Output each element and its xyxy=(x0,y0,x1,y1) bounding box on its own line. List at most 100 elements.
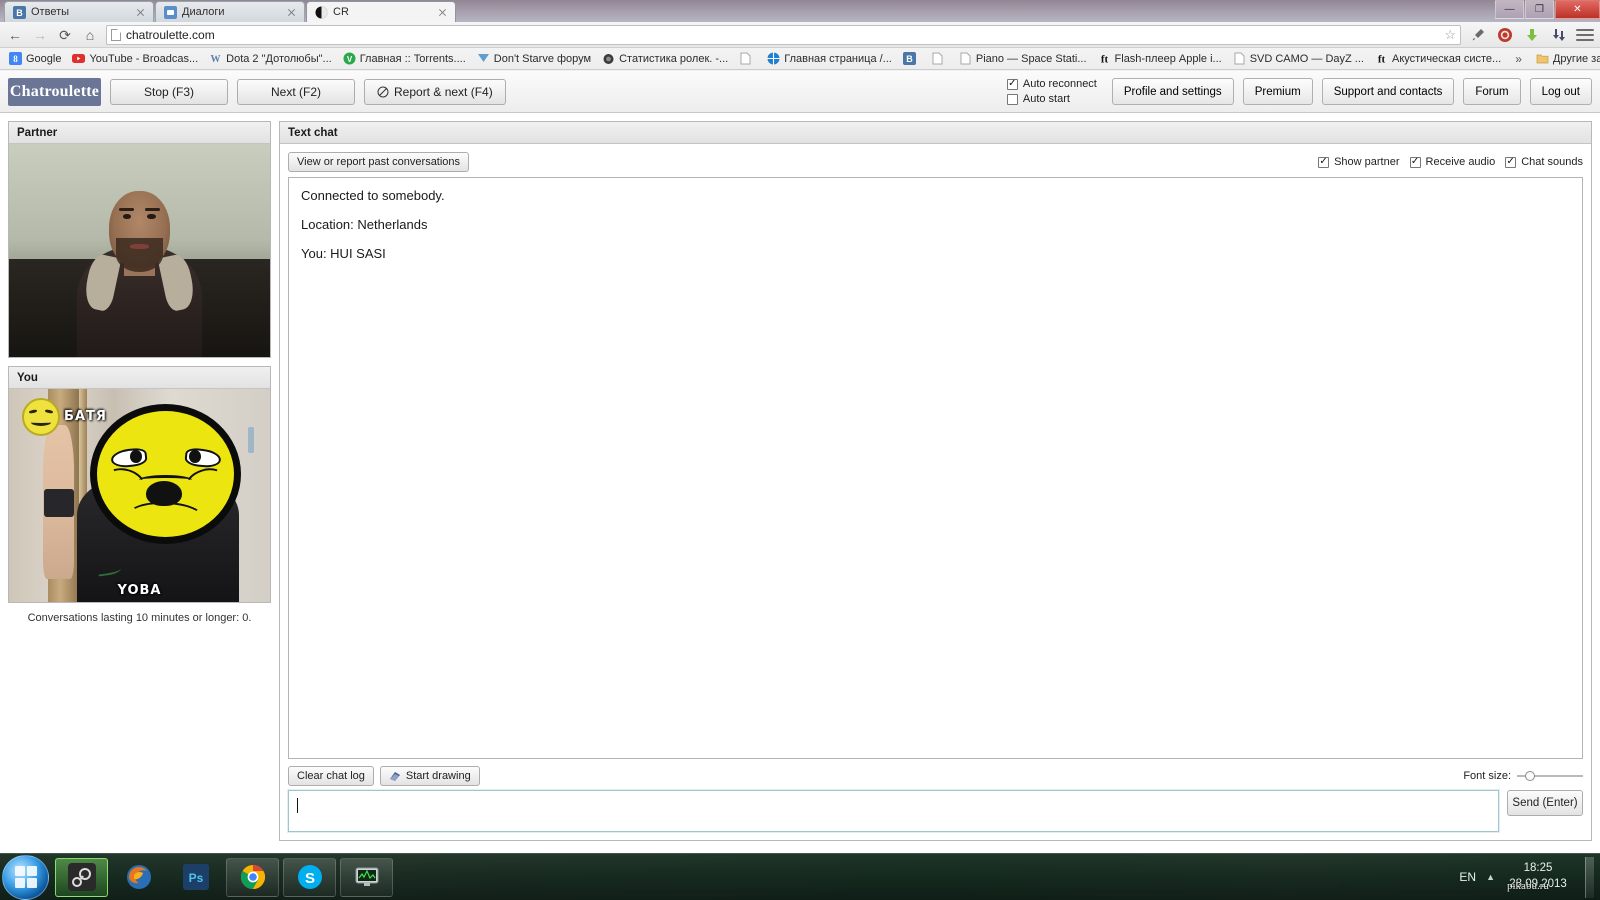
show-partner-label: Show partner xyxy=(1334,156,1399,168)
show-desktop-button[interactable] xyxy=(1585,857,1594,898)
home-icon[interactable]: ⌂ xyxy=(81,26,99,44)
receive-audio-checkbox[interactable]: Receive audio xyxy=(1410,156,1496,168)
reload-icon[interactable]: ⟳ xyxy=(56,26,74,44)
bookmark-label: Google xyxy=(26,53,61,65)
back-icon[interactable]: ← xyxy=(6,26,24,44)
your-video[interactable]: YOBA БАТЯ xyxy=(9,389,270,602)
other-bookmarks-label: Другие закладки xyxy=(1553,53,1600,65)
bookmark-torrents[interactable]: V Главная :: Torrents.... xyxy=(338,51,471,66)
slider-knob[interactable] xyxy=(1525,771,1535,781)
chat-log[interactable]: Connected to somebody. Location: Netherl… xyxy=(288,177,1583,759)
browser-tab-2[interactable]: Диалоги xyxy=(155,1,305,22)
log-out-button[interactable]: Log out xyxy=(1530,78,1592,105)
svg-text:B: B xyxy=(16,8,23,18)
video-column: Partner xyxy=(8,121,271,853)
close-button[interactable]: ✕ xyxy=(1555,0,1600,19)
other-bookmarks-folder[interactable]: Другие закладки xyxy=(1531,51,1600,66)
taskbar-item-monitor-app[interactable] xyxy=(340,858,393,897)
svg-text:S: S xyxy=(304,870,314,887)
bookmark-dota2[interactable]: W Dota 2 "Дотолюбы"... xyxy=(204,51,337,66)
google-icon: 8 xyxy=(9,52,22,65)
chatroulette-header: Chatroulette Stop (F3) Next (F2) Report … xyxy=(0,71,1600,113)
close-icon[interactable] xyxy=(436,6,449,19)
font-size-slider[interactable] xyxy=(1517,770,1583,782)
view-report-past-conversations-button[interactable]: View or report past conversations xyxy=(288,152,469,172)
taskbar-item-skype[interactable]: S xyxy=(283,858,336,897)
bookmark-google[interactable]: 8 Google xyxy=(4,51,66,66)
bookmark-piano[interactable]: Piano — Space Stati... xyxy=(954,51,1092,66)
show-hidden-icons-icon[interactable]: ▲ xyxy=(1486,872,1495,882)
stop-button[interactable]: Stop (F3) xyxy=(110,79,228,105)
address-bar[interactable]: chatroulette.com ☆ xyxy=(106,25,1461,45)
forum-icon xyxy=(477,52,490,65)
svg-text:W: W xyxy=(211,54,221,65)
bookmark-vk-blank[interactable]: B xyxy=(898,51,925,66)
taskbar-item-steam[interactable] xyxy=(55,858,108,897)
send-button[interactable]: Send (Enter) xyxy=(1507,790,1583,816)
chat-sounds-label: Chat sounds xyxy=(1521,156,1583,168)
clear-chat-log-button[interactable]: Clear chat log xyxy=(288,766,374,786)
chatroulette-logo[interactable]: Chatroulette xyxy=(8,78,101,106)
show-partner-checkbox[interactable]: Show partner xyxy=(1318,156,1399,168)
bookmark-star-icon[interactable]: ☆ xyxy=(1444,27,1456,43)
browser-window: B Ответы Диалоги CR — ❐ ✕ ← → xyxy=(0,0,1600,853)
batya-badge: БАТЯ xyxy=(22,398,107,436)
pencil-icon xyxy=(389,770,401,782)
header-checkbox-group: Auto reconnect Auto start xyxy=(1007,78,1097,105)
ft-icon: ft xyxy=(1098,52,1111,65)
bookmark-acoustic-system[interactable]: ft Акустическая систе... xyxy=(1370,51,1506,66)
watermark: pikabu.ru xyxy=(1507,879,1549,894)
partner-video-brow-left xyxy=(119,208,135,211)
downloads-icon[interactable] xyxy=(1549,25,1569,45)
partner-video-beard xyxy=(116,238,163,272)
address-bar-text: chatroulette.com xyxy=(126,28,215,42)
bookmark-flash-player[interactable]: ft Flash-плеер Apple i... xyxy=(1093,51,1227,66)
profile-and-settings-button[interactable]: Profile and settings xyxy=(1112,78,1234,105)
maximize-button[interactable]: ❐ xyxy=(1525,0,1554,19)
start-orb-icon[interactable] xyxy=(2,855,49,900)
auto-reconnect-checkbox[interactable]: Auto reconnect xyxy=(1007,78,1097,90)
batya-face-icon xyxy=(22,398,60,436)
browser-tab-3[interactable]: CR xyxy=(306,1,456,22)
eyedropper-icon[interactable] xyxy=(1468,25,1488,45)
text-chat-title: Text chat xyxy=(280,122,1591,144)
taskbar-item-chrome[interactable] xyxy=(226,858,279,897)
browser-tab-1[interactable]: B Ответы xyxy=(4,1,154,22)
partner-video-eye-right xyxy=(147,214,155,219)
chat-sounds-checkbox[interactable]: Chat sounds xyxy=(1505,156,1583,168)
minimize-button[interactable]: — xyxy=(1495,0,1524,19)
report-next-button[interactable]: Report & next (F4) xyxy=(364,79,506,105)
adblock-icon[interactable] xyxy=(1495,25,1515,45)
taskbar-item-firefox[interactable] xyxy=(112,858,165,897)
bookmark-dontstarve[interactable]: Don't Starve форум xyxy=(472,51,596,66)
partner-video[interactable] xyxy=(9,144,270,357)
bookmark-mainpage[interactable]: Главная страница /... xyxy=(762,51,897,66)
message-input[interactable] xyxy=(288,790,1499,832)
next-button[interactable]: Next (F2) xyxy=(237,79,355,105)
bookmarks-bar: 8 Google YouTube - Broadcas... W Dota 2 … xyxy=(0,48,1600,70)
bookmark-youtube[interactable]: YouTube - Broadcas... xyxy=(67,51,203,66)
support-and-contacts-button[interactable]: Support and contacts xyxy=(1322,78,1455,105)
clock[interactable]: 18:25 28.09.2013 pikabu.ru xyxy=(1505,861,1571,892)
font-size-label: Font size: xyxy=(1463,770,1511,782)
auto-start-checkbox[interactable]: Auto start xyxy=(1007,93,1097,105)
bookmark-blank-2[interactable] xyxy=(926,51,953,66)
close-icon[interactable] xyxy=(134,6,147,19)
forward-icon[interactable]: → xyxy=(31,26,49,44)
menu-icon[interactable] xyxy=(1576,27,1594,43)
vk-icon: B xyxy=(13,6,26,19)
bookmark-stats[interactable]: Статистика ролек. -... xyxy=(597,51,733,66)
bookmark-svd-camo[interactable]: SVD CAMO — DayZ ... xyxy=(1228,51,1369,66)
bookmarks-overflow-chevron-icon[interactable]: » xyxy=(1507,52,1530,66)
download-helper-icon[interactable] xyxy=(1522,25,1542,45)
premium-button[interactable]: Premium xyxy=(1243,78,1313,105)
close-icon[interactable] xyxy=(285,6,298,19)
you-panel: You xyxy=(8,366,271,603)
taskbar-item-photoshop[interactable]: Ps xyxy=(169,858,222,897)
start-drawing-button[interactable]: Start drawing xyxy=(380,766,480,786)
bookmark-blank-1[interactable] xyxy=(734,51,761,66)
windows-logo-icon xyxy=(15,866,37,888)
forum-button[interactable]: Forum xyxy=(1463,78,1520,105)
language-indicator[interactable]: EN xyxy=(1459,870,1476,884)
page-icon xyxy=(1233,52,1246,65)
